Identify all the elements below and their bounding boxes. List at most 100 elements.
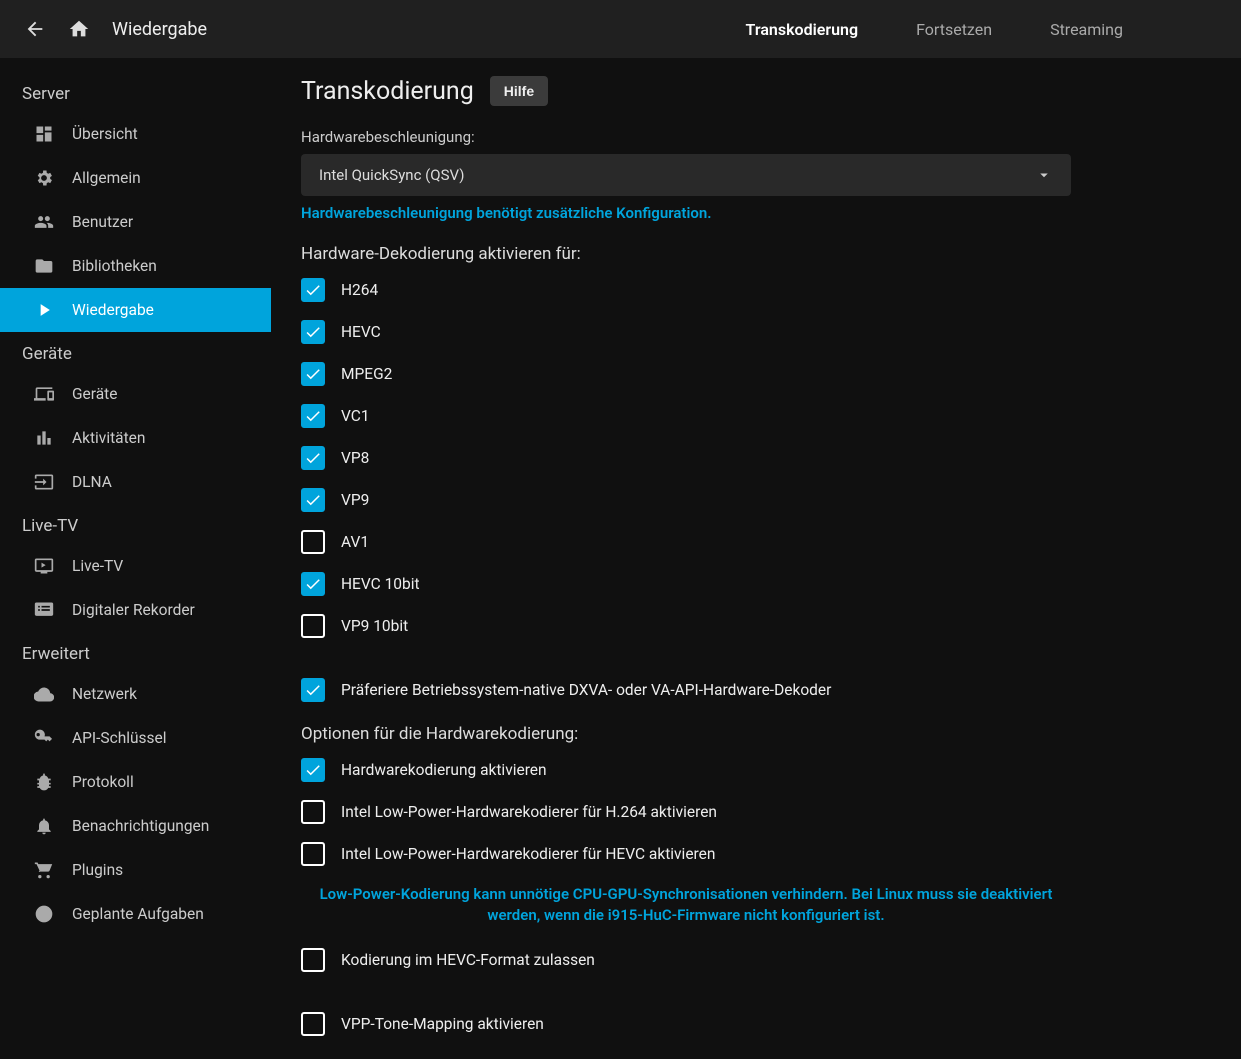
header-title: Wiedergabe bbox=[112, 19, 207, 40]
sidebar-item-tasks[interactable]: Geplante Aufgaben bbox=[0, 892, 271, 936]
encode-lphevc-checkbox[interactable] bbox=[301, 842, 325, 866]
vpp-tonemapping-label: VPP-Tone-Mapping aktivieren bbox=[341, 1015, 544, 1033]
sidebar-item-api[interactable]: API-Schlüssel bbox=[0, 716, 271, 760]
decode-mpeg2[interactable]: MPEG2 bbox=[301, 362, 1071, 386]
encode-section-label: Optionen für die Hardwarekodierung: bbox=[301, 724, 1071, 744]
decode-vp910-label: VP9 10bit bbox=[341, 617, 408, 635]
hwaccel-note-link[interactable]: Hardwarebeschleunigung benötigt zusätzli… bbox=[301, 204, 1071, 222]
back-button[interactable] bbox=[18, 12, 52, 46]
sidebar-item-livetv[interactable]: Live-TV bbox=[0, 544, 271, 588]
prefer-native-decoder-checkbox[interactable] bbox=[301, 678, 325, 702]
sidebar-item-activity[interactable]: Aktivitäten bbox=[0, 416, 271, 460]
decode-av1-label: AV1 bbox=[341, 533, 369, 551]
decode-vp9[interactable]: VP9 bbox=[301, 488, 1071, 512]
help-button[interactable]: Hilfe bbox=[490, 76, 548, 106]
sidebar-item-notify[interactable]: Benachrichtigungen bbox=[0, 804, 271, 848]
key-icon bbox=[34, 728, 54, 748]
settings-icon bbox=[34, 168, 54, 188]
sidebar-item-dlna[interactable]: DLNA bbox=[0, 460, 271, 504]
hwaccel-label: Hardwarebeschleunigung: bbox=[301, 128, 1071, 146]
vpp-tonemapping[interactable]: VPP-Tone-Mapping aktivieren bbox=[301, 1012, 1071, 1036]
encode-hwencode-checkbox[interactable] bbox=[301, 758, 325, 782]
sidebar-item-devices[interactable]: Geräte bbox=[0, 372, 271, 416]
decode-hevc-label: HEVC bbox=[341, 323, 381, 341]
decode-vp8-label: VP8 bbox=[341, 449, 369, 467]
sidebar-item-plugins[interactable]: Plugins bbox=[0, 848, 271, 892]
sidebar-group-label: Server bbox=[0, 72, 271, 112]
decode-mpeg2-checkbox[interactable] bbox=[301, 362, 325, 386]
sidebar-item-label: Allgemein bbox=[72, 169, 141, 187]
sidebar-item-label: Wiedergabe bbox=[72, 301, 154, 319]
sidebar-item-label: Geplante Aufgaben bbox=[72, 905, 204, 923]
sidebar-item-general[interactable]: Allgemein bbox=[0, 156, 271, 200]
people-icon bbox=[34, 212, 54, 232]
hwaccel-value: Intel QuickSync (QSV) bbox=[319, 166, 464, 184]
sidebar-group-label: Live-TV bbox=[0, 504, 271, 544]
decode-av1-checkbox[interactable] bbox=[301, 530, 325, 554]
allow-hevc-encode[interactable]: Kodierung im HEVC-Format zulassen bbox=[301, 948, 1071, 972]
sidebar-item-label: Benutzer bbox=[72, 213, 133, 231]
decode-vc1[interactable]: VC1 bbox=[301, 404, 1071, 428]
encode-lphevc-label: Intel Low-Power-Hardwarekodierer für HEV… bbox=[341, 845, 715, 863]
bars-icon bbox=[34, 428, 54, 448]
decode-h264[interactable]: H264 bbox=[301, 278, 1071, 302]
home-button[interactable] bbox=[62, 12, 96, 46]
sidebar-item-users[interactable]: Benutzer bbox=[0, 200, 271, 244]
clock-icon bbox=[34, 904, 54, 924]
hwaccel-select[interactable]: Intel QuickSync (QSV) bbox=[301, 154, 1071, 196]
decode-vp910[interactable]: VP9 10bit bbox=[301, 614, 1071, 638]
dashboard-icon bbox=[34, 124, 54, 144]
decode-vc1-label: VC1 bbox=[341, 407, 370, 425]
sidebar-item-network[interactable]: Netzwerk bbox=[0, 672, 271, 716]
decode-h264-checkbox[interactable] bbox=[301, 278, 325, 302]
bell-icon bbox=[34, 816, 54, 836]
decode-hevc[interactable]: HEVC bbox=[301, 320, 1071, 344]
decode-hevc10-label: HEVC 10bit bbox=[341, 575, 420, 593]
encode-lphevc[interactable]: Intel Low-Power-Hardwarekodierer für HEV… bbox=[301, 842, 1071, 866]
decode-vp8-checkbox[interactable] bbox=[301, 446, 325, 470]
tab-transcoding[interactable]: Transkodierung bbox=[746, 20, 859, 39]
allow-hevc-encode-checkbox[interactable] bbox=[301, 948, 325, 972]
decode-hevc-checkbox[interactable] bbox=[301, 320, 325, 344]
prefer-native-decoder-label: Präferiere Betriebssystem-native DXVA- o… bbox=[341, 681, 831, 699]
encode-hwencode-label: Hardwarekodierung aktivieren bbox=[341, 761, 547, 779]
sidebar-item-log[interactable]: Protokoll bbox=[0, 760, 271, 804]
prefer-native-decoder[interactable]: Präferiere Betriebssystem-native DXVA- o… bbox=[301, 678, 1071, 702]
sidebar-item-label: Aktivitäten bbox=[72, 429, 145, 447]
sidebar-item-label: Netzwerk bbox=[72, 685, 137, 703]
tab-resume[interactable]: Fortsetzen bbox=[916, 20, 992, 39]
cart-icon bbox=[34, 860, 54, 880]
encode-lp264-label: Intel Low-Power-Hardwarekodierer für H.2… bbox=[341, 803, 717, 821]
decode-hevc10[interactable]: HEVC 10bit bbox=[301, 572, 1071, 596]
decode-vp910-checkbox[interactable] bbox=[301, 614, 325, 638]
decode-hevc10-checkbox[interactable] bbox=[301, 572, 325, 596]
sidebar-item-dvr[interactable]: Digitaler Rekorder bbox=[0, 588, 271, 632]
sidebar-item-overview[interactable]: Übersicht bbox=[0, 112, 271, 156]
encode-hwencode[interactable]: Hardwarekodierung aktivieren bbox=[301, 758, 1071, 782]
sidebar-item-libraries[interactable]: Bibliotheken bbox=[0, 244, 271, 288]
devices-icon bbox=[34, 384, 54, 404]
sidebar-item-label: Live-TV bbox=[72, 557, 123, 575]
decode-vp9-label: VP9 bbox=[341, 491, 369, 509]
main-content: Transkodierung Hilfe Hardwarebeschleunig… bbox=[271, 58, 1241, 1059]
bug-icon bbox=[34, 772, 54, 792]
vpp-tonemapping-checkbox[interactable] bbox=[301, 1012, 325, 1036]
decode-h264-label: H264 bbox=[341, 281, 378, 299]
decode-vp9-checkbox[interactable] bbox=[301, 488, 325, 512]
sidebar: ServerÜbersicht Allgemein Benutzer Biblioth… bbox=[0, 58, 271, 1059]
header-tabs: Transkodierung Fortsetzen Streaming bbox=[746, 20, 1223, 39]
sidebar-item-label: API-Schlüssel bbox=[72, 729, 167, 747]
encode-lp264[interactable]: Intel Low-Power-Hardwarekodierer für H.2… bbox=[301, 800, 1071, 824]
sidebar-item-label: Plugins bbox=[72, 861, 123, 879]
tab-streaming[interactable]: Streaming bbox=[1050, 20, 1123, 39]
cloud-icon bbox=[34, 684, 54, 704]
decode-vp8[interactable]: VP8 bbox=[301, 446, 1071, 470]
page-title: Transkodierung bbox=[301, 77, 474, 106]
sidebar-item-label: Protokoll bbox=[72, 773, 134, 791]
lowpower-note: Low-Power-Kodierung kann unnötige CPU-GP… bbox=[316, 884, 1056, 926]
sidebar-item-playback[interactable]: Wiedergabe bbox=[0, 288, 271, 332]
decode-av1[interactable]: AV1 bbox=[301, 530, 1071, 554]
decode-vc1-checkbox[interactable] bbox=[301, 404, 325, 428]
encode-lp264-checkbox[interactable] bbox=[301, 800, 325, 824]
play-icon bbox=[34, 300, 54, 320]
